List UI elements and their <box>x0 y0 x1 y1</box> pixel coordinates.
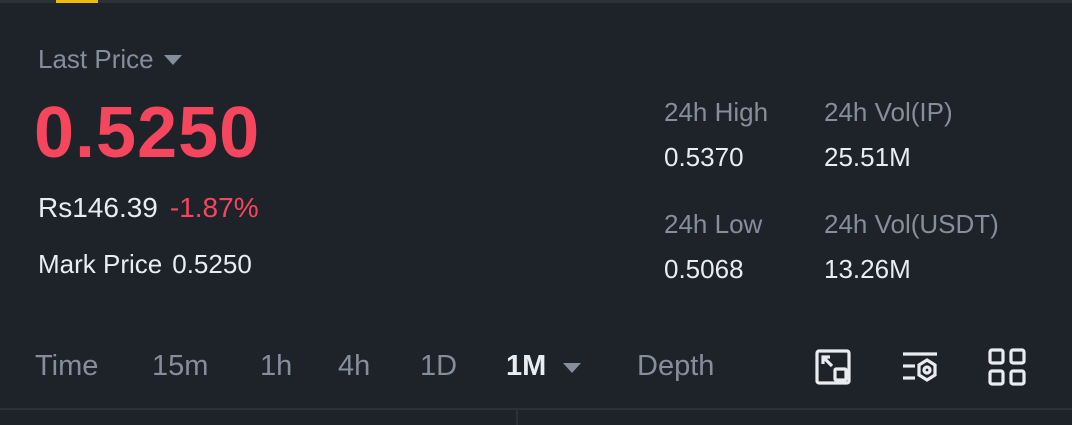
vol-quote-value: 13.26M <box>824 254 911 284</box>
vol-base-value: 25.51M <box>824 142 911 172</box>
low-label: 24h Low <box>664 209 763 239</box>
tab-1m[interactable]: 1M <box>506 350 546 383</box>
high-value: 0.5370 <box>664 142 744 172</box>
tab-1h[interactable]: 1h <box>260 350 292 383</box>
fiat-price: Rs146.39 <box>38 192 158 223</box>
vol-base-label: 24h Vol(IP) <box>824 97 953 127</box>
tab-depth[interactable]: Depth <box>637 350 714 383</box>
last-price-label: Last Price <box>38 44 154 74</box>
tab-time[interactable]: Time <box>35 350 98 383</box>
vol-quote-label: 24h Vol(USDT) <box>824 209 999 239</box>
tab-15m[interactable]: 15m <box>152 350 208 383</box>
chevron-down-icon <box>163 54 182 65</box>
low-value: 0.5068 <box>664 254 744 284</box>
bottom-divider <box>516 408 518 425</box>
last-price-selector[interactable]: Last Price <box>38 44 182 75</box>
bottom-border <box>0 408 1072 410</box>
chart-expand-icon[interactable] <box>812 346 854 388</box>
tab-4h[interactable]: 4h <box>338 350 370 383</box>
indicator-settings-icon[interactable] <box>899 346 941 388</box>
top-border <box>0 0 1072 3</box>
active-tab-indicator <box>56 0 98 3</box>
mark-price-row: Mark Price 0.5250 <box>38 249 252 280</box>
change-percent: -1.87% <box>169 192 259 223</box>
mark-price-label: Mark Price <box>38 249 163 279</box>
high-label: 24h High <box>664 97 769 127</box>
chevron-down-icon[interactable] <box>563 363 581 373</box>
fiat-change-row: Rs146.39 -1.87% <box>38 192 259 224</box>
mark-price-value: 0.5250 <box>172 249 252 279</box>
last-price-value: 0.5250 <box>34 93 261 173</box>
tab-1d[interactable]: 1D <box>420 350 457 383</box>
grid-layout-icon[interactable] <box>986 346 1028 388</box>
